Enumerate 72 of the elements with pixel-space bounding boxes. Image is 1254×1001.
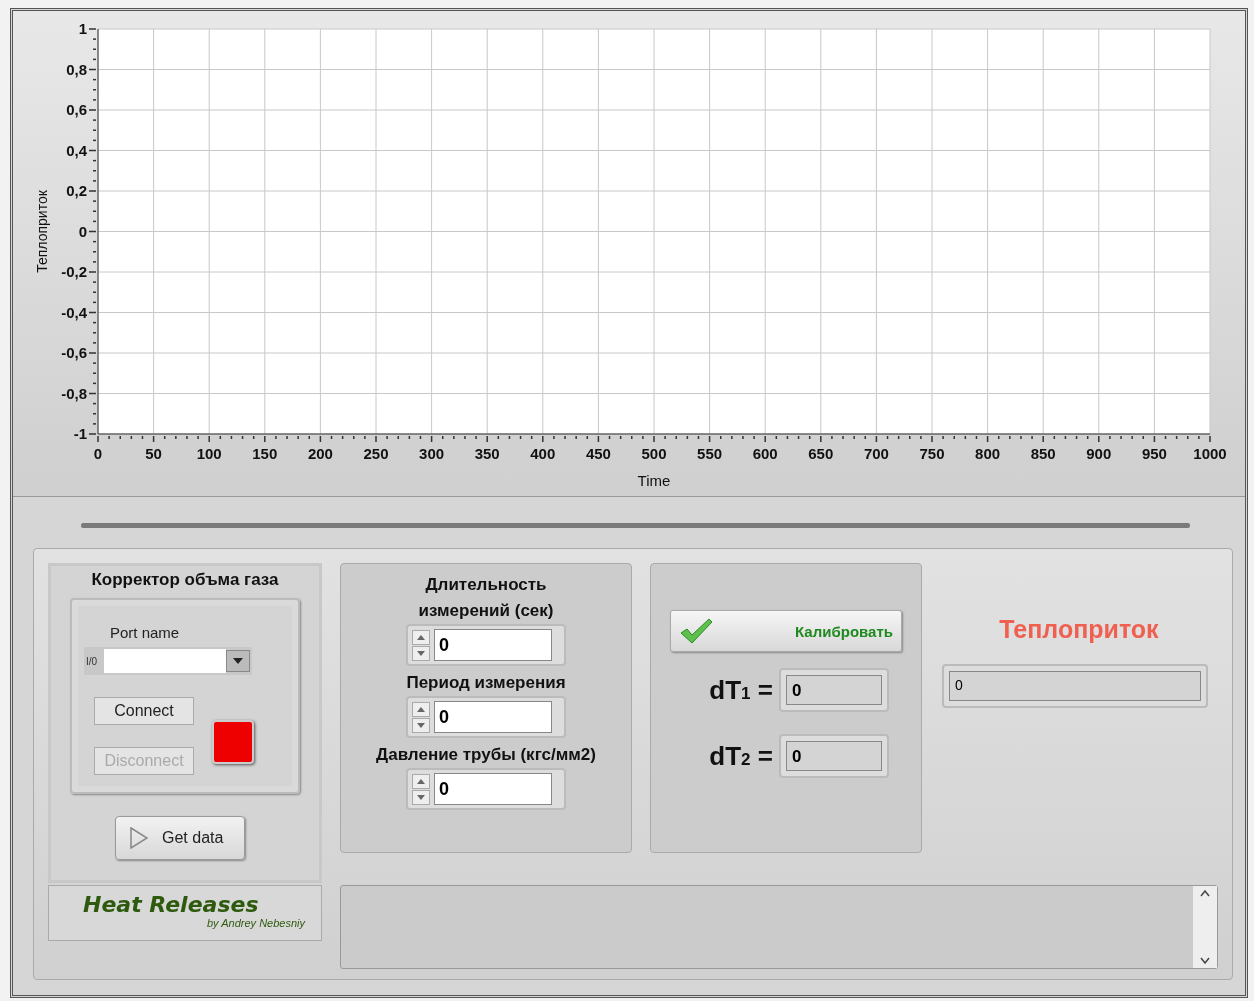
tick-label: -0,8	[61, 384, 87, 402]
logo-title: Heat Releases	[83, 892, 260, 917]
down-arrow-icon	[417, 650, 425, 656]
scroll-up-icon[interactable]	[1200, 890, 1210, 897]
number-input[interactable]: 0	[434, 629, 552, 661]
numeric-control[interactable]: 0	[406, 696, 566, 738]
decrement-button[interactable]	[412, 789, 430, 805]
tick-label: 1	[78, 20, 87, 37]
field-label: Период измерения	[405, 672, 567, 694]
tick-label: 750	[919, 445, 945, 462]
tick-label: 600	[752, 445, 778, 462]
up-arrow-icon	[417, 706, 425, 712]
up-arrow-icon	[417, 778, 425, 784]
tick-label: 0,8	[66, 60, 87, 78]
tick-label: -1	[73, 425, 87, 442]
tick-label: 1000	[1193, 445, 1227, 462]
tick-label: 200	[307, 445, 333, 462]
tick-label: 450	[585, 445, 611, 462]
decrement-button[interactable]	[412, 717, 430, 733]
decrement-button[interactable]	[412, 645, 430, 661]
port-dropdown[interactable]: I/0	[84, 647, 252, 675]
tick-label: 400	[530, 445, 556, 462]
field-label: Длительность измерений (сек)	[417, 574, 555, 622]
axis-title: Time	[637, 472, 671, 489]
axis-title: Теплоприток	[34, 190, 50, 273]
numeric-control[interactable]: 0	[406, 624, 566, 666]
increment-button[interactable]	[412, 629, 430, 645]
tick-label: -0,2	[61, 263, 87, 280]
tick-label: 50	[145, 445, 162, 462]
tick-label: 850	[1030, 445, 1056, 462]
scrollbar[interactable]	[1193, 886, 1217, 968]
tick-label: 0,4	[66, 141, 87, 159]
increment-button[interactable]	[412, 773, 430, 789]
tick-label: 0	[93, 445, 103, 462]
logo-byline: by Andrey Nebesniy	[206, 917, 305, 929]
numeric-indicator: 0	[779, 668, 889, 712]
tick-label: 300	[419, 445, 445, 462]
tick-label: 350	[474, 445, 500, 462]
checkmark-icon	[679, 617, 713, 645]
numeric-indicator: 0	[942, 664, 1208, 708]
calibrate-button[interactable]: Калибровать	[670, 610, 902, 652]
tick-label: 500	[641, 445, 667, 462]
numeric-indicator: 0	[779, 734, 889, 778]
play-icon	[130, 827, 148, 849]
field-label: Давление трубы (кгс/мм2)	[375, 744, 597, 766]
push-button[interactable]: Connect	[94, 697, 194, 725]
tick-label: 900	[1086, 445, 1112, 462]
indicator-title: Теплоприток	[999, 615, 1159, 644]
tick-label: 0,6	[66, 101, 87, 118]
down-arrow-icon	[417, 722, 425, 728]
group-title: Корректор объма газа	[91, 570, 279, 590]
field-label: Port name	[110, 624, 181, 641]
number-input[interactable]: 0	[434, 773, 552, 805]
tick-label: 550	[697, 445, 723, 462]
get-data-button[interactable]: Get data	[115, 816, 245, 860]
numeric-control[interactable]: 0	[406, 768, 566, 810]
tick-label: 100	[196, 445, 222, 462]
scroll-down-icon[interactable]	[1200, 957, 1210, 964]
number-input[interactable]: 0	[434, 701, 552, 733]
tick-label: -0,6	[61, 344, 87, 361]
tick-label: 800	[975, 445, 1001, 462]
increment-button[interactable]	[412, 701, 430, 717]
tick-label: 0	[78, 222, 87, 240]
tick-label: -0,4	[61, 303, 87, 321]
tick-label: 0,2	[66, 182, 87, 199]
up-arrow-icon	[417, 634, 425, 640]
tick-label: 650	[808, 445, 834, 462]
tick-label: 150	[252, 445, 278, 462]
tick-label: 950	[1141, 445, 1167, 462]
tick-label: 250	[363, 445, 389, 462]
down-arrow-icon	[417, 794, 425, 800]
tick-label: 700	[863, 445, 889, 462]
